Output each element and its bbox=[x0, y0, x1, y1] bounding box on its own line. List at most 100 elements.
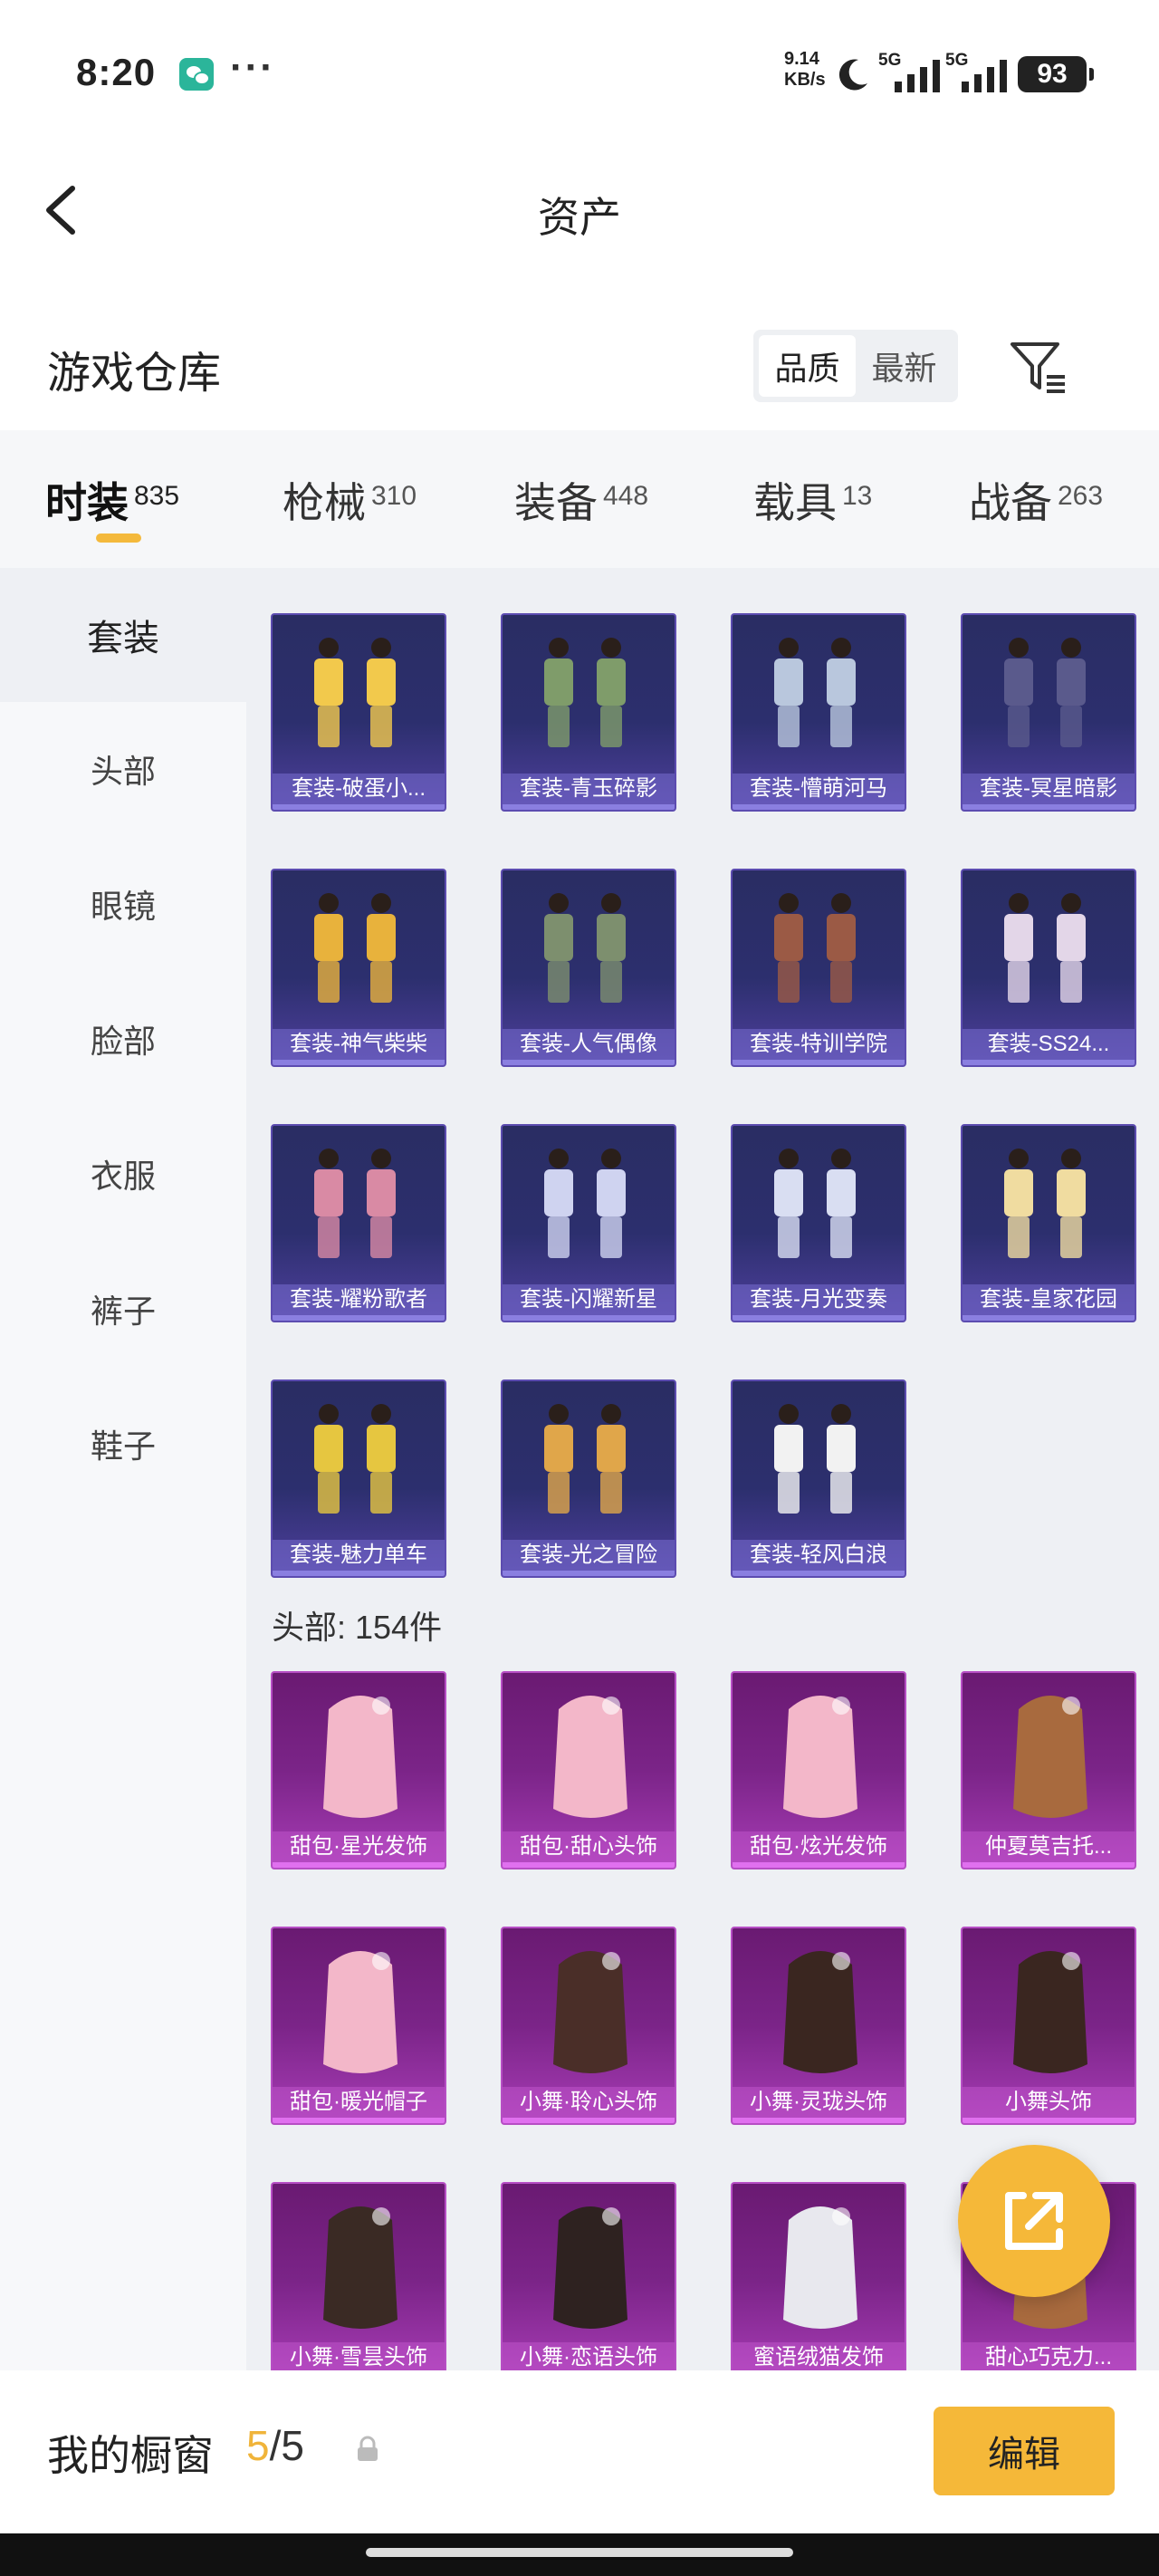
outfit-card[interactable]: 套装-SS24... bbox=[961, 869, 1136, 1067]
sidebar-item-suits[interactable]: 套装 bbox=[0, 568, 246, 702]
outfit-card[interactable]: 套装-神气柴柴 bbox=[271, 869, 446, 1067]
item-name: 套装-冥星暗影 bbox=[963, 774, 1135, 804]
headwear-card[interactable]: 小舞·雪昙头饰 bbox=[271, 2182, 446, 2370]
moon-icon bbox=[838, 59, 867, 91]
tab-equipment[interactable]: 装备 448 bbox=[514, 470, 648, 530]
outfit-thumbnail bbox=[774, 893, 856, 1003]
outfit-card[interactable]: 套装-冥星暗影 bbox=[961, 613, 1136, 812]
sort-newest-button[interactable]: 最新 bbox=[856, 335, 953, 397]
headwear-card[interactable]: 甜包·星光发饰 bbox=[271, 1671, 446, 1870]
headwear-card[interactable]: 小舞·恋语头饰 bbox=[501, 2182, 676, 2370]
tab-fashion[interactable]: 时装 835 bbox=[45, 470, 179, 530]
edit-button[interactable]: 编辑 bbox=[934, 2407, 1115, 2495]
sidebar-item-head[interactable]: 头部 bbox=[0, 702, 246, 836]
navigation-bar bbox=[0, 2533, 1159, 2576]
sidebar-item-shoes[interactable]: 鞋子 bbox=[0, 1377, 246, 1511]
headwear-thumbnail bbox=[553, 1696, 627, 1818]
item-name: 仲夏莫吉托... bbox=[963, 1831, 1135, 1862]
outfit-card[interactable]: 套装-月光变奏 bbox=[731, 1124, 906, 1322]
item-name: 套装-懵萌河马 bbox=[733, 774, 905, 804]
headwear-thumbnail bbox=[1013, 1951, 1087, 2073]
sidebar-item-clothes[interactable]: 衣服 bbox=[0, 1107, 246, 1241]
tab-count: 448 bbox=[603, 481, 649, 511]
headwear-thumbnail bbox=[323, 1696, 398, 1818]
sort-quality-button[interactable]: 品质 bbox=[759, 335, 856, 397]
tab-vehicles[interactable]: 载具 13 bbox=[753, 470, 872, 530]
headwear-card[interactable]: 甜包·炫光发饰 bbox=[731, 1671, 906, 1870]
item-name: 套装-轻风白浪 bbox=[733, 1540, 905, 1571]
tab-combat-gear[interactable]: 战备 263 bbox=[969, 470, 1103, 530]
headwear-card[interactable]: 蜜语绒猫发饰 bbox=[731, 2182, 906, 2370]
outfit-card[interactable]: 套装-懵萌河马 bbox=[731, 613, 906, 812]
outfit-thumbnail bbox=[774, 1404, 856, 1514]
tab-count: 263 bbox=[1058, 481, 1104, 511]
sidebar: 套装 头部 眼镜 脸部 衣服 裤子 鞋子 bbox=[0, 568, 246, 2370]
outfit-thumbnail bbox=[314, 893, 396, 1003]
outfit-card[interactable]: 套装-人气偶像 bbox=[501, 869, 676, 1067]
tab-label: 枪械 bbox=[283, 479, 366, 526]
item-name: 小舞·聆心头饰 bbox=[503, 2087, 675, 2118]
outfit-card[interactable]: 套装-轻风白浪 bbox=[731, 1379, 906, 1578]
network-speed-unit: KB/s bbox=[784, 70, 826, 90]
bottom-bar: 我的橱窗 5/5 编辑 bbox=[0, 2370, 1159, 2533]
share-button[interactable] bbox=[958, 2145, 1110, 2297]
lock-icon bbox=[358, 2436, 378, 2461]
headwear-card[interactable]: 甜包·暖光帽子 bbox=[271, 1927, 446, 2125]
sort-toggle: 品质 最新 bbox=[753, 330, 958, 402]
outfit-card[interactable]: 套装-破蛋小... bbox=[271, 613, 446, 812]
outfit-thumbnail bbox=[544, 638, 626, 747]
headwear-thumbnail bbox=[783, 1696, 857, 1818]
item-name: 套装-SS24... bbox=[963, 1029, 1135, 1060]
headwear-thumbnail bbox=[323, 2206, 398, 2329]
headwear-card[interactable]: 小舞·灵珑头饰 bbox=[731, 1927, 906, 2125]
item-name: 甜包·星光发饰 bbox=[273, 1831, 445, 1862]
showcase-label: 我的橱窗 bbox=[47, 2432, 214, 2479]
outfit-card[interactable]: 套装-魅力单车 bbox=[271, 1379, 446, 1578]
sidebar-item-pants[interactable]: 裤子 bbox=[0, 1242, 246, 1376]
network-speed: 9.14 KB/s bbox=[784, 49, 826, 91]
status-bar: 8:20 ··· 9.14 KB/s 5G 5G 93 bbox=[0, 0, 1159, 145]
item-name: 套装-闪耀新星 bbox=[503, 1284, 675, 1315]
outfit-thumbnail bbox=[1004, 893, 1086, 1003]
item-name: 套装-耀粉歌者 bbox=[273, 1284, 445, 1315]
outfit-card[interactable]: 套装-特训学院 bbox=[731, 869, 906, 1067]
headwear-card[interactable]: 小舞头饰 bbox=[961, 1927, 1136, 2125]
tab-label: 战备 bbox=[969, 479, 1052, 526]
headwear-card[interactable]: 甜包·甜心头饰 bbox=[501, 1671, 676, 1870]
headwear-thumbnail bbox=[1013, 1696, 1087, 1818]
network-speed-value: 9.14 bbox=[784, 49, 819, 69]
headwear-thumbnail bbox=[783, 1951, 857, 2073]
headwear-thumbnail bbox=[553, 2206, 627, 2329]
item-name: 套装-人气偶像 bbox=[503, 1029, 675, 1060]
outfit-card[interactable]: 套装-闪耀新星 bbox=[501, 1124, 676, 1322]
sidebar-item-face[interactable]: 脸部 bbox=[0, 972, 246, 1106]
outfit-thumbnail bbox=[544, 1149, 626, 1258]
page-title: 资产 bbox=[538, 194, 621, 241]
tab-count: 13 bbox=[842, 481, 873, 511]
item-grid: 套装-破蛋小... 套装-青玉碎影 套装-懵萌河马 套装-冥星暗影 套装-神气柴柴 套装-… bbox=[246, 568, 1159, 2370]
headwear-card[interactable]: 小舞·聆心头饰 bbox=[501, 1927, 676, 2125]
tab-guns[interactable]: 枪械 310 bbox=[283, 470, 417, 530]
item-name: 甜包·炫光发饰 bbox=[733, 1831, 905, 1862]
item-name: 小舞头饰 bbox=[963, 2087, 1135, 2118]
item-name: 套装-神气柴柴 bbox=[273, 1029, 445, 1060]
gesture-handle[interactable] bbox=[366, 2548, 793, 2557]
headwear-card[interactable]: 仲夏莫吉托... bbox=[961, 1671, 1136, 1870]
outfit-card[interactable]: 套装-青玉碎影 bbox=[501, 613, 676, 812]
warehouse-title: 游戏仓库 bbox=[47, 350, 222, 398]
item-name: 套装-光之冒险 bbox=[503, 1540, 675, 1571]
battery-icon: 93 bbox=[1018, 56, 1094, 92]
outfit-card[interactable]: 套装-耀粉歌者 bbox=[271, 1124, 446, 1322]
content-area: 套装 头部 眼镜 脸部 衣服 裤子 鞋子 套装-破蛋小... 套装-青玉碎影 套装-… bbox=[0, 568, 1159, 2370]
sidebar-item-glasses[interactable]: 眼镜 bbox=[0, 837, 246, 971]
outfit-thumbnail bbox=[1004, 1149, 1086, 1258]
category-tabs: 时装 835 枪械 310 装备 448 载具 13 战备 263 bbox=[0, 430, 1159, 568]
filter-icon[interactable] bbox=[1007, 335, 1070, 399]
item-name: 小舞·灵珑头饰 bbox=[733, 2087, 905, 2118]
outfit-card[interactable]: 套装-光之冒险 bbox=[501, 1379, 676, 1578]
showcase-count-total: 5 bbox=[281, 2422, 304, 2469]
outfit-card[interactable]: 套装-皇家花园 bbox=[961, 1124, 1136, 1322]
headwear-thumbnail bbox=[553, 1951, 627, 2073]
headwear-thumbnail bbox=[783, 2206, 857, 2329]
warehouse-header: 游戏仓库 品质 最新 bbox=[0, 281, 1159, 430]
